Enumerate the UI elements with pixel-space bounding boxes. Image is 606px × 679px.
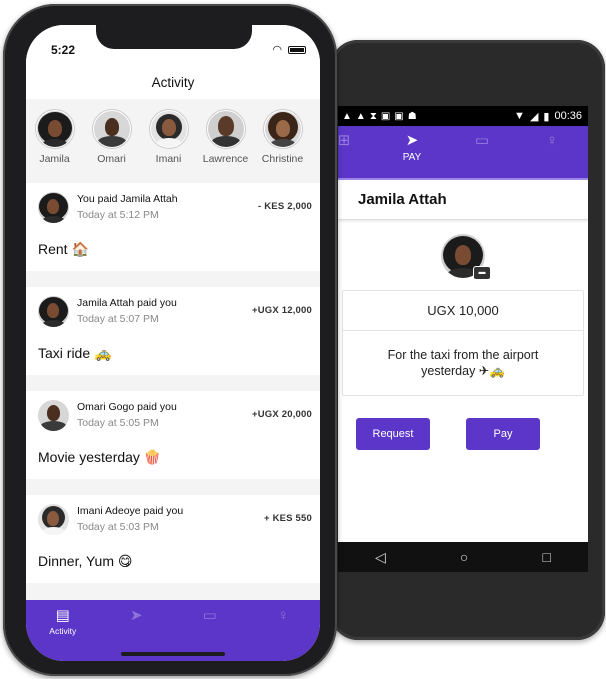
alert-icon: ▲ xyxy=(355,110,366,122)
tab-activity-label: Activity xyxy=(49,626,77,636)
payment-amount: UGX 10,000 xyxy=(343,291,583,331)
transaction-memo: Movie yesterday 🍿 xyxy=(38,449,162,465)
device-mockup: ▲ ▲ ⧗ ▣ ▣ ☗ ▼ ◢ ▮ 00:36 ⊞ ➤ PAY ▭ ♀ Jami… xyxy=(0,0,606,679)
tab-grid[interactable]: ⊞ xyxy=(338,130,368,152)
ios-system-icons: ◠ xyxy=(272,43,306,56)
avatar xyxy=(38,296,69,327)
send-icon: ➤ xyxy=(129,607,143,624)
battery-icon xyxy=(288,45,306,54)
warning-icon: ▲ xyxy=(342,110,352,122)
recipient-header: Jamila Attah xyxy=(338,180,588,220)
recents-icon[interactable]: □ xyxy=(542,549,550,565)
list-item[interactable]: Imani Adeoye paid you Today at 5:03 PM +… xyxy=(26,495,320,583)
transaction-time: Today at 5:05 PM xyxy=(77,417,159,429)
android-clock: 00:36 xyxy=(554,110,582,122)
home-indicator xyxy=(121,652,225,656)
tab-activity[interactable]: ▤ Activity xyxy=(33,606,93,661)
tab-profile[interactable]: ♀ xyxy=(528,130,576,152)
transaction-memo: Rent 🏠 xyxy=(38,241,89,257)
wifi-icon: ◠ xyxy=(272,44,282,56)
transaction-description: Omari Gogo paid you xyxy=(77,401,177,413)
notch xyxy=(96,25,252,49)
friend-jamila[interactable]: Jamila xyxy=(26,109,83,181)
image-icon: ▣ xyxy=(380,110,391,122)
avatar xyxy=(264,111,301,147)
request-button[interactable]: Request xyxy=(356,418,430,450)
back-icon[interactable]: ◁ xyxy=(375,549,386,566)
transaction-amount: +UGX 20,000 xyxy=(251,409,312,420)
android-tab-bar: ⊞ ➤ PAY ▭ ♀ xyxy=(338,126,588,180)
profile-icon: ♀ xyxy=(546,132,558,149)
transaction-time: Today at 5:07 PM xyxy=(77,313,159,325)
payment-details-card: UGX 10,000 For the taxi from the airport… xyxy=(342,290,584,396)
android-screen: ▲ ▲ ⧗ ▣ ▣ ☗ ▼ ◢ ▮ 00:36 ⊞ ➤ PAY ▭ ♀ Jami… xyxy=(338,106,588,542)
grid-icon: ⊞ xyxy=(338,132,351,149)
tab-underline xyxy=(338,178,588,180)
avatar xyxy=(93,111,130,147)
page-title: Activity xyxy=(26,69,320,99)
transaction-description: Jamila Attah paid you xyxy=(77,297,177,309)
download-icon: ⧗ xyxy=(369,110,377,122)
ios-tab-bar: ▤ Activity ➤ ▭ ♀ xyxy=(26,600,320,661)
tab-card[interactable]: ▭ xyxy=(458,130,506,152)
ios-clock: 5:22 xyxy=(51,43,76,57)
transaction-memo: Taxi ride 🚕 xyxy=(38,345,112,361)
signal-icon: ◢ xyxy=(529,110,539,123)
activity-icon: ▤ xyxy=(55,607,70,624)
transaction-time: Today at 5:12 PM xyxy=(77,209,159,221)
notification-icons: ▲ ▲ ⧗ ▣ ▣ ☗ xyxy=(342,111,417,122)
list-item[interactable]: You paid Jamila Attah Today at 5:12 PM -… xyxy=(26,183,320,271)
friend-omari[interactable]: Omari xyxy=(83,109,140,181)
transaction-amount: - KES 2,000 xyxy=(258,201,312,212)
friend-lawrence[interactable]: Lawrence xyxy=(197,109,254,181)
transaction-time: Today at 5:03 PM xyxy=(77,521,159,533)
recipient-name: Jamila Attah xyxy=(358,191,447,208)
avatar xyxy=(36,111,73,147)
transaction-description: Imani Adeoye paid you xyxy=(77,505,184,517)
recipient-avatar: ▬ xyxy=(441,234,491,280)
tab-pay[interactable]: ➤ PAY xyxy=(388,130,436,163)
avatar xyxy=(38,192,69,223)
android-status-bar: ▲ ▲ ⧗ ▣ ▣ ☗ ▼ ◢ ▮ 00:36 xyxy=(338,106,588,126)
send-icon: ➤ xyxy=(405,132,419,149)
payment-note: For the taxi from the airport yesterday … xyxy=(387,348,539,378)
tab-pay-label: PAY xyxy=(402,152,422,163)
wifi-icon: ▼ xyxy=(514,110,525,122)
battery-icon: ▮ xyxy=(543,110,550,123)
action-buttons: Request Pay xyxy=(338,396,588,450)
friend-name: Imani xyxy=(155,153,182,165)
home-icon[interactable]: ○ xyxy=(460,549,468,565)
friend-name: Lawrence xyxy=(202,153,249,165)
friend-imani[interactable]: Imani xyxy=(140,109,197,181)
transaction-memo: Dinner, Yum 😋 xyxy=(38,553,133,569)
android-nav-bar: ◁ ○ □ xyxy=(338,542,588,572)
tab-profile[interactable]: ♀ xyxy=(253,606,313,661)
transaction-amount: + KES 550 xyxy=(263,513,312,524)
friend-christine[interactable]: Christine xyxy=(254,109,311,181)
list-item[interactable]: Jamila Attah paid you Today at 5:07 PM +… xyxy=(26,287,320,375)
iphone-screen: 5:22 ◠ Activity Jamila Omari Imani Lawre… xyxy=(26,25,320,661)
android-icon: ☗ xyxy=(407,110,417,122)
avatar xyxy=(207,111,244,147)
avatar xyxy=(38,400,69,431)
card-icon: ▭ xyxy=(474,132,490,149)
system-icons: ▼ ◢ ▮ 00:36 xyxy=(514,110,582,123)
transaction-amount: +UGX 12,000 xyxy=(251,305,312,316)
list-item[interactable]: Omari Gogo paid you Today at 5:05 PM +UG… xyxy=(26,391,320,479)
profile-icon: ♀ xyxy=(277,607,289,624)
friend-name: Omari xyxy=(97,153,126,165)
activity-feed: You paid Jamila Attah Today at 5:12 PM -… xyxy=(26,183,320,583)
card-icon: ▬ xyxy=(473,266,491,280)
iphone-frame: 5:22 ◠ Activity Jamila Omari Imani Lawre… xyxy=(3,4,337,676)
avatar xyxy=(150,111,187,147)
pay-button[interactable]: Pay xyxy=(466,418,540,450)
gallery-icon: ▣ xyxy=(394,110,404,122)
avatar xyxy=(38,504,69,535)
friend-name: Jamila xyxy=(39,153,70,165)
card-icon: ▭ xyxy=(202,607,217,624)
friend-name: Christine xyxy=(261,153,304,165)
friends-carousel: Jamila Omari Imani Lawrence Christine xyxy=(26,99,320,181)
transaction-description: You paid Jamila Attah xyxy=(77,193,178,205)
